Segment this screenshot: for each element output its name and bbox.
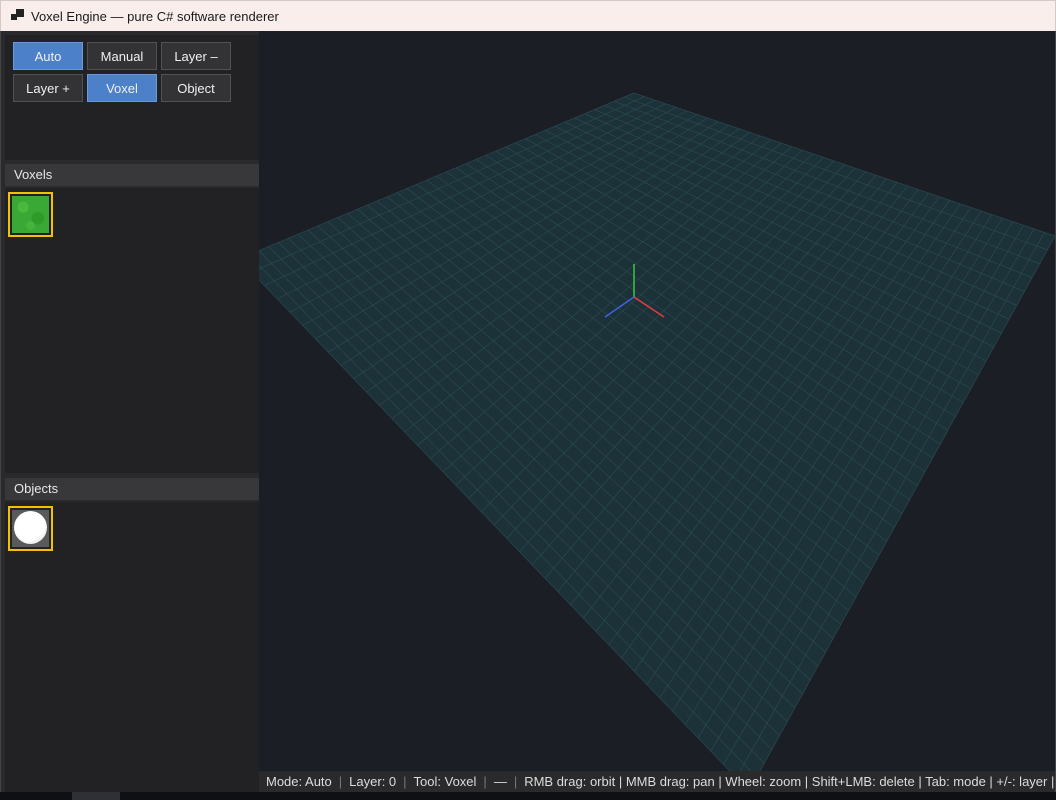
app-icon: [11, 9, 25, 23]
status-bar: Mode: Auto | Layer: 0 | Tool: Voxel | — | RM…: [259, 771, 1056, 792]
voxel-tool-button[interactable]: Voxel: [87, 74, 157, 102]
objects-section-header: Objects: [5, 478, 259, 500]
status-tool: Tool: Voxel: [413, 774, 477, 789]
status-layer: Layer: 0: [349, 774, 397, 789]
taskbar-thumbnail: [72, 792, 120, 800]
sphere-object-tile[interactable]: [8, 506, 53, 551]
voxels-section-header: Voxels: [5, 164, 259, 186]
grass-texture-icon: [12, 196, 49, 233]
scene-canvas[interactable]: [259, 31, 1055, 771]
window-title: Voxel Engine — pure C# software renderer: [31, 8, 279, 24]
layer-down-button[interactable]: Layer –: [161, 42, 231, 70]
status-help: RMB drag: orbit | MMB drag: pan | Wheel:…: [524, 774, 1056, 789]
status-mode: Mode: Auto: [266, 774, 332, 789]
status-dash: —: [493, 774, 507, 789]
main-window: Auto Manual Layer – Layer + Voxel Object…: [0, 31, 1056, 792]
manual-mode-button[interactable]: Manual: [87, 42, 157, 70]
layer-up-button[interactable]: Layer +: [13, 74, 83, 102]
left-panel: Auto Manual Layer – Layer + Voxel Object…: [1, 31, 259, 792]
title-bar: Voxel Engine — pure C# software renderer: [0, 0, 1056, 31]
3d-viewport[interactable]: [259, 31, 1055, 771]
voxels-palette: [5, 188, 259, 473]
grass-voxel-tile[interactable]: [8, 192, 53, 237]
auto-mode-button[interactable]: Auto: [13, 42, 83, 70]
mode-toolbar: Auto Manual Layer – Layer + Voxel Object: [5, 35, 259, 160]
objects-palette: [5, 502, 259, 792]
sphere-icon: [14, 511, 47, 544]
object-tool-button[interactable]: Object: [161, 74, 231, 102]
taskbar-strip: [0, 792, 1056, 800]
